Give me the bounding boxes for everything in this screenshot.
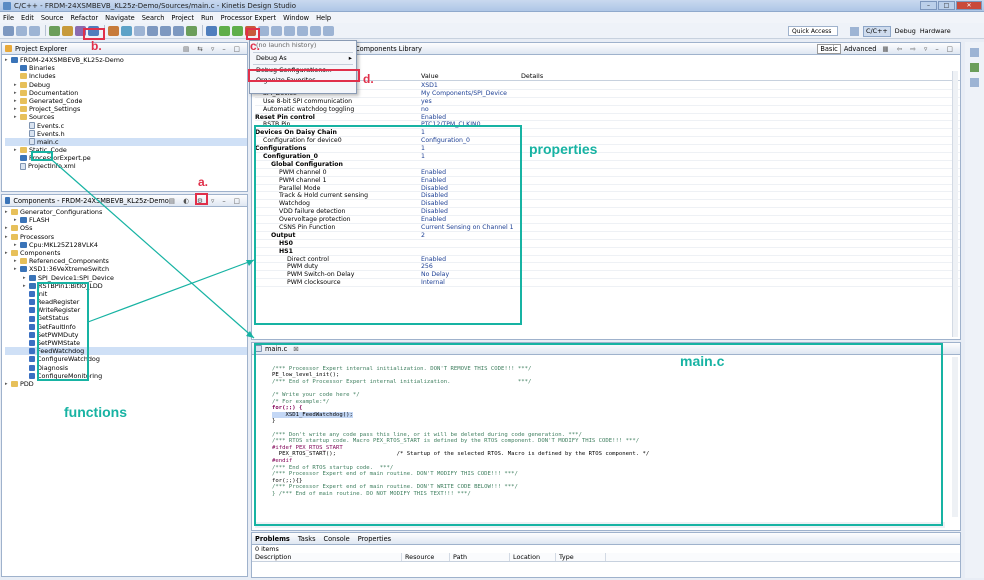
- annotation-arrows: [51, 159, 255, 339]
- arrow-functions-to-properties: [87, 259, 255, 323]
- arrow-mainc-to-editor: [51, 159, 255, 339]
